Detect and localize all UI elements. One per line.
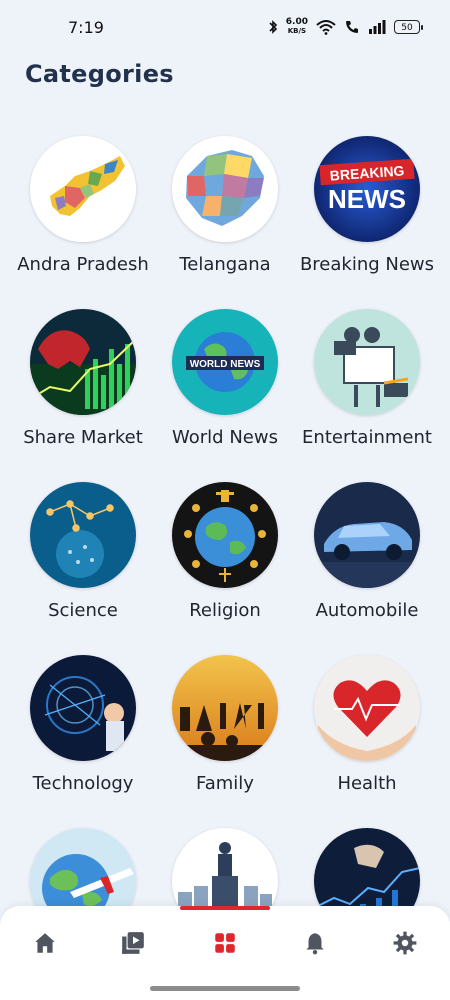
network-speed-value: 6.00 (285, 17, 308, 27)
category-label: Technology (32, 773, 134, 794)
category-technology[interactable]: Technology (8, 647, 158, 794)
status-icons: 6.00 KB/S 50 (268, 18, 423, 36)
category-entertainment[interactable]: Entertainment (292, 301, 442, 448)
science-image (30, 482, 136, 588)
category-label: Breaking News (299, 254, 435, 275)
category-label: Family (196, 773, 254, 794)
category-telangana[interactable]: Telangana (150, 128, 300, 275)
category-breaking-news[interactable]: BREAKING NEWS Breaking News (292, 128, 442, 275)
telangana-map-image (172, 136, 278, 242)
bluetooth-icon (269, 20, 277, 34)
page-title: Categories (25, 60, 174, 88)
category-label: World News (172, 427, 278, 448)
share-market-image (30, 309, 136, 415)
breaking-news-image: BREAKING NEWS (314, 136, 420, 242)
category-label: Health (337, 773, 397, 794)
category-label: Andra Pradesh (17, 254, 149, 275)
nav-categories[interactable] (210, 928, 240, 958)
category-label: Entertainment (302, 427, 432, 448)
nav-videos[interactable] (118, 928, 148, 958)
category-label: Science (48, 600, 118, 621)
category-share-market[interactable]: Share Market (8, 301, 158, 448)
active-tab-indicator (180, 906, 270, 910)
category-label: Telangana (179, 254, 271, 275)
entertainment-image (314, 309, 420, 415)
gear-icon (393, 931, 417, 955)
category-science[interactable]: Science (8, 474, 158, 621)
world-news-image: WORLD NEWS (172, 309, 278, 415)
nav-home[interactable] (30, 928, 60, 958)
battery-indicator: 50 (394, 20, 423, 34)
svg-text:WORLD NEWS: WORLD NEWS (190, 359, 261, 370)
category-label: Religion (189, 600, 261, 621)
automobile-image (314, 482, 420, 588)
category-label: Share Market (23, 427, 143, 448)
categories-grid-icon (215, 933, 235, 953)
category-world-news[interactable]: WORLD NEWS World News (150, 301, 300, 448)
wifi-icon (316, 20, 336, 35)
network-speed-unit: KB/S (287, 27, 307, 35)
category-religion[interactable]: Religion (150, 474, 300, 621)
status-bar: 7:19 6.00 KB/S 50 (0, 0, 450, 56)
video-library-icon (122, 932, 144, 954)
nav-notifications[interactable] (300, 928, 330, 958)
category-andhra-pradesh[interactable]: Andra Pradesh (8, 128, 158, 275)
andhra-pradesh-map-image (30, 136, 136, 242)
religion-image (172, 482, 278, 588)
network-speed: 6.00 KB/S (286, 18, 308, 36)
category-family[interactable]: Family (150, 647, 300, 794)
category-health[interactable]: Health (292, 647, 442, 794)
svg-text:NEWS: NEWS (328, 184, 406, 214)
health-image (314, 655, 420, 761)
home-icon (35, 933, 55, 953)
status-time: 7:19 (68, 18, 104, 37)
wifi-calling-icon (346, 21, 358, 33)
category-label: Automobile (315, 600, 419, 621)
technology-image (30, 655, 136, 761)
nav-settings[interactable] (390, 928, 420, 958)
signal-icon (369, 20, 386, 34)
home-indicator-bar[interactable] (150, 986, 300, 991)
category-automobile[interactable]: Automobile (292, 474, 442, 621)
bell-icon (306, 933, 324, 955)
family-image (172, 655, 278, 761)
